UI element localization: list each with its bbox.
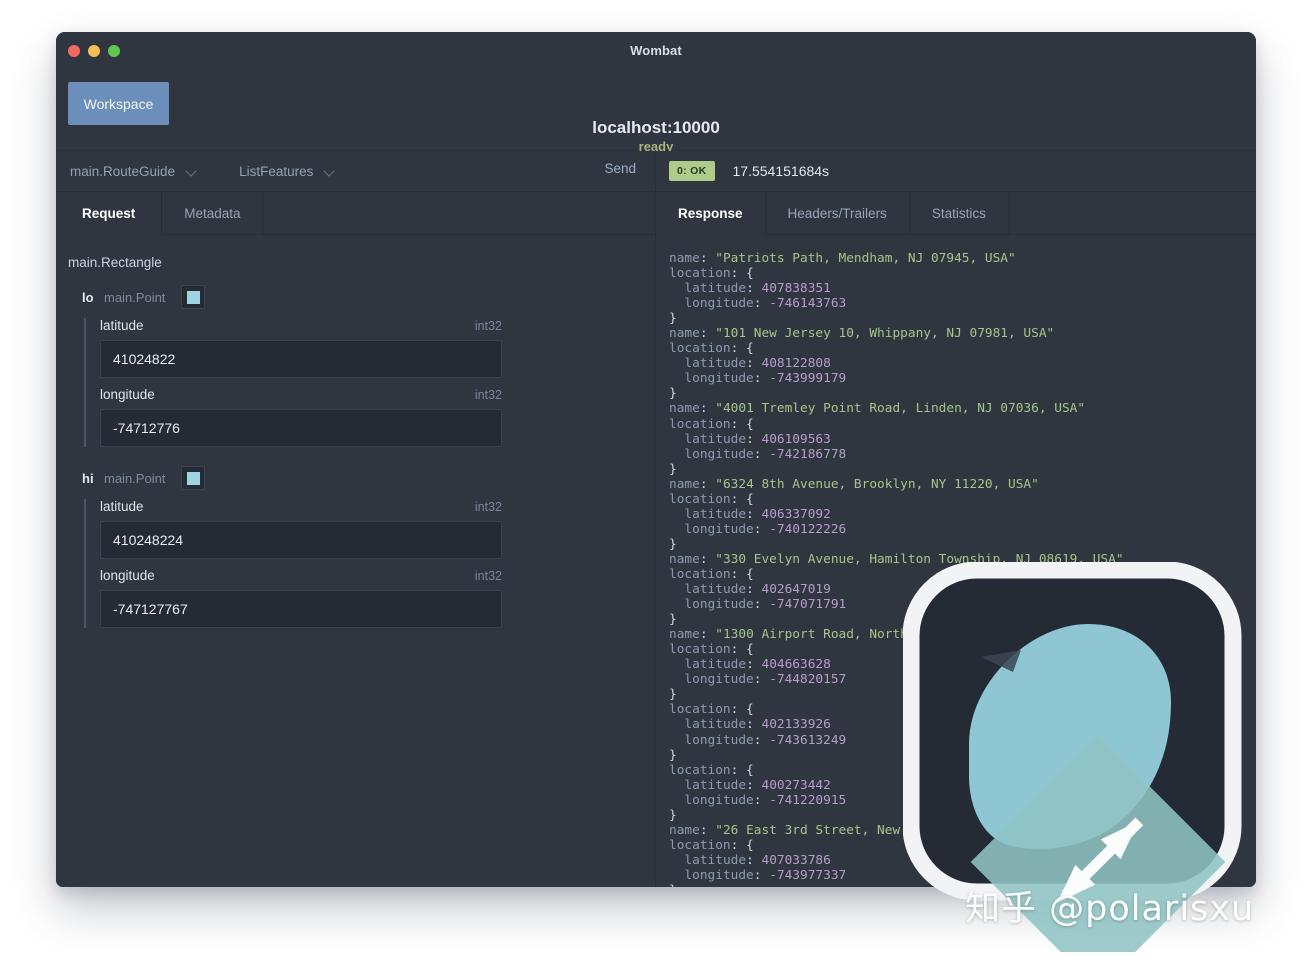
watermark-text: 知乎 @polarisxu bbox=[965, 889, 1255, 929]
field-hi-latitude-label: latitude bbox=[100, 499, 144, 514]
request-tab-bar: Request Metadata bbox=[56, 192, 655, 235]
response-pane: 0: OK 17.554151684s Response Headers/Tra… bbox=[656, 151, 1256, 887]
field-hi-longitude-labels: longitude int32 bbox=[100, 568, 502, 583]
response-duration: 17.554151684s bbox=[732, 163, 830, 179]
field-lo-latitude: latitude int32 bbox=[100, 318, 502, 378]
tab-metadata-label: Metadata bbox=[184, 205, 241, 221]
message-type-label: main.Rectangle bbox=[68, 255, 162, 270]
response-body-text: name: "Patriots Path, Mendham, NJ 07945,… bbox=[669, 251, 1124, 887]
service-dropdown[interactable]: main.RouteGuide bbox=[70, 164, 197, 179]
field-group-lo-fields: latitude int32 longitude int32 bbox=[84, 318, 655, 447]
service-toolbar: main.RouteGuide ListFeatures Send bbox=[56, 151, 655, 192]
field-lo-longitude-type: int32 bbox=[474, 388, 502, 402]
field-hi-latitude-type: int32 bbox=[474, 500, 502, 514]
field-group-hi-checkbox[interactable] bbox=[181, 466, 206, 490]
tab-request-label: Request bbox=[82, 205, 136, 221]
service-dropdown-value: main.RouteGuide bbox=[70, 163, 176, 179]
response-body-area[interactable]: name: "Patriots Path, Mendham, NJ 07945,… bbox=[656, 235, 1256, 887]
main-body: main.RouteGuide ListFeatures Send Reques… bbox=[56, 151, 1256, 887]
field-group-hi-key: hi bbox=[82, 470, 94, 486]
tab-statistics-label: Statistics bbox=[931, 205, 986, 221]
field-group-lo: lo main.Point latitude int32 41024822 lo… bbox=[82, 284, 655, 447]
field-lo-latitude-label: latitude bbox=[100, 318, 144, 333]
tab-headers-trailers-label: Headers/Trailers bbox=[787, 205, 887, 221]
send-button[interactable]: Send bbox=[604, 161, 636, 176]
field-group-hi-fields: latitude int32 longitude int32 bbox=[84, 499, 655, 628]
chevron-down-icon bbox=[186, 166, 197, 177]
field-hi-latitude-input[interactable] bbox=[100, 521, 502, 559]
method-dropdown[interactable]: ListFeatures bbox=[239, 164, 335, 179]
field-lo-longitude-labels: longitude int32 bbox=[100, 387, 502, 402]
field-group-hi-header: hi main.Point bbox=[82, 465, 655, 491]
field-group-lo-key: lo bbox=[82, 289, 94, 305]
method-dropdown-value: ListFeatures bbox=[239, 163, 314, 179]
request-form: main.Rectangle lo main.Point latitude in… bbox=[56, 235, 655, 887]
field-group-hi: hi main.Point latitude int32 410248224 l… bbox=[82, 465, 655, 628]
field-hi-longitude-input[interactable] bbox=[100, 590, 502, 628]
status-badge: 0: OK bbox=[669, 161, 715, 181]
tab-headers-trailers[interactable]: Headers/Trailers bbox=[766, 192, 910, 234]
host-address: localhost:10000 bbox=[592, 118, 720, 137]
checkbox-fill-icon bbox=[186, 471, 200, 485]
response-status-bar: 0: OK 17.554151684s bbox=[656, 151, 1256, 192]
checkbox-fill-icon bbox=[186, 290, 200, 304]
field-lo-latitude-type: int32 bbox=[474, 319, 502, 333]
field-hi-longitude-type: int32 bbox=[474, 569, 502, 583]
request-pane: main.RouteGuide ListFeatures Send Reques… bbox=[56, 151, 656, 887]
field-group-lo-checkbox[interactable] bbox=[181, 285, 206, 309]
field-lo-longitude-label: longitude bbox=[100, 387, 155, 402]
app-header: Workspace localhost:10000 ready bbox=[56, 71, 1256, 154]
app-window: Wombat Workspace localhost:10000 ready m… bbox=[56, 32, 1256, 887]
title-bar: Wombat bbox=[56, 32, 1256, 71]
window-title: Wombat bbox=[630, 43, 682, 58]
field-lo-latitude-labels: latitude int32 bbox=[100, 318, 502, 333]
tab-request[interactable]: Request bbox=[56, 192, 163, 235]
field-group-hi-type: main.Point bbox=[104, 470, 166, 486]
field-hi-latitude-labels: latitude int32 bbox=[100, 499, 502, 514]
tab-response[interactable]: Response bbox=[656, 192, 766, 235]
chevron-down-icon bbox=[324, 166, 335, 177]
tab-statistics[interactable]: Statistics bbox=[910, 192, 1009, 234]
screen: Wombat Workspace localhost:10000 ready m… bbox=[0, 0, 1312, 960]
field-lo-latitude-input[interactable] bbox=[100, 340, 502, 378]
field-group-lo-type: main.Point bbox=[104, 289, 166, 305]
field-group-lo-header: lo main.Point bbox=[82, 284, 655, 310]
field-hi-longitude: longitude int32 bbox=[100, 568, 502, 628]
field-hi-longitude-label: longitude bbox=[100, 568, 155, 583]
field-lo-longitude-input[interactable] bbox=[100, 409, 502, 447]
tab-response-label: Response bbox=[678, 205, 743, 221]
field-hi-latitude: latitude int32 bbox=[100, 499, 502, 559]
field-lo-longitude: longitude int32 bbox=[100, 387, 502, 447]
response-tab-bar: Response Headers/Trailers Statistics bbox=[656, 192, 1256, 235]
tab-metadata[interactable]: Metadata bbox=[162, 192, 264, 234]
